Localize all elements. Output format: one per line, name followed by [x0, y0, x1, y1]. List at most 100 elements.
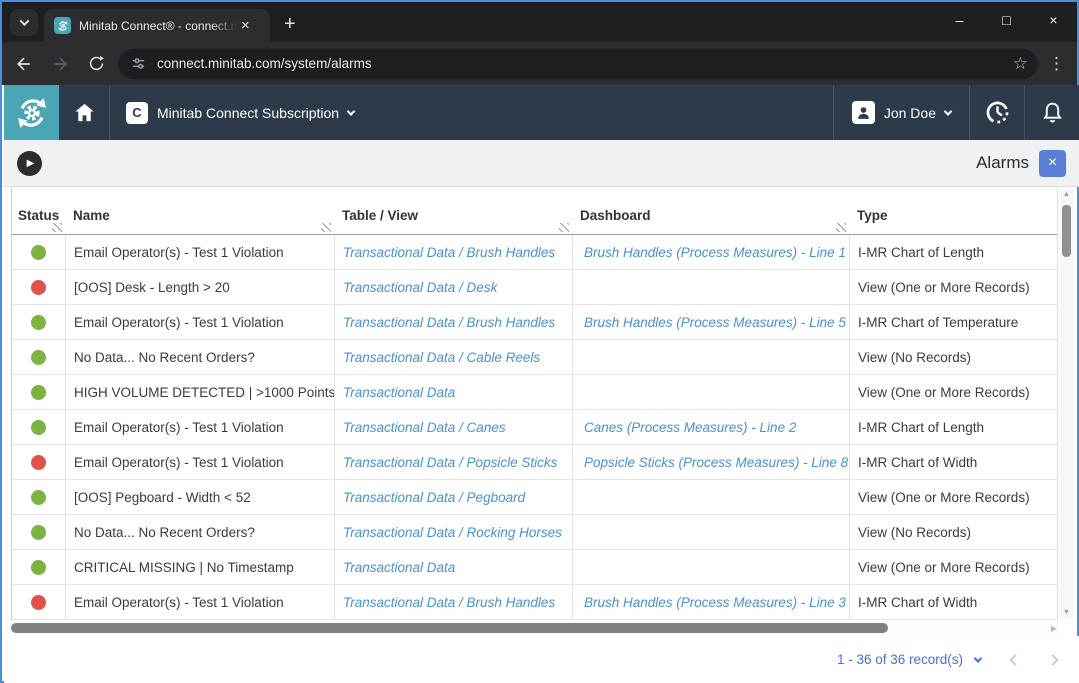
minimize-button[interactable]: – — [936, 12, 983, 28]
table-row[interactable]: [OOS] Pegboard - Width < 52 Transactiona… — [12, 480, 1057, 515]
table-row[interactable]: HIGH VOLUME DETECTED | >1000 Points Tran… — [12, 375, 1057, 410]
column-resize-handle[interactable] — [321, 223, 331, 232]
tab-title: Minitab Connect® - connect.mi — [79, 19, 237, 33]
alarm-name: [OOS] Pegboard - Width < 52 — [65, 480, 334, 514]
dashboard-link[interactable] — [572, 375, 849, 409]
new-tab-button[interactable]: + — [284, 14, 296, 34]
panel-close-button[interactable]: × — [1039, 150, 1066, 177]
user-name: Jon Doe — [884, 105, 936, 121]
column-resize-handle[interactable] — [836, 223, 846, 232]
table-row[interactable]: CRITICAL MISSING | No Timestamp Transact… — [12, 550, 1057, 585]
previous-page-button[interactable] — [1011, 656, 1019, 664]
run-play-button[interactable]: ▶ — [17, 151, 42, 176]
dashboard-link[interactable]: Popsicle Sticks (Process Measures) - Lin… — [572, 445, 849, 479]
scroll-right-arrow-icon[interactable]: ▶ — [1051, 624, 1057, 633]
reload-button[interactable] — [82, 50, 110, 78]
dashboard-link[interactable] — [572, 480, 849, 514]
dashboard-link[interactable]: Brush Handles (Process Measures) - Line … — [572, 585, 849, 619]
table-row[interactable]: [OOS] Desk - Length > 20 Transactional D… — [12, 270, 1057, 305]
column-header-dashboard[interactable]: Dashboard — [572, 187, 849, 234]
column-header-status[interactable]: Status — [12, 187, 65, 234]
alarm-type: View (One or More Records) — [849, 480, 1057, 514]
vertical-scrollbar-thumb[interactable] — [1062, 205, 1071, 257]
url-bar[interactable]: connect.minitab.com/system/alarms ☆ — [118, 49, 1038, 79]
browser-menu-icon[interactable]: ⋮ — [1048, 54, 1065, 74]
status-dot — [31, 560, 46, 575]
alarm-type: I-MR Chart of Length — [849, 235, 1057, 269]
subscription-badge: C — [126, 102, 148, 124]
dashboard-link[interactable]: Brush Handles (Process Measures) - Line … — [572, 235, 849, 269]
table-view-link[interactable]: Transactional Data / Brush Handles — [334, 235, 572, 269]
dashboard-link[interactable] — [572, 550, 849, 584]
scroll-down-arrow-icon[interactable]: ▼ — [1060, 607, 1073, 619]
notifications-bell-button[interactable] — [1025, 85, 1079, 140]
table-row[interactable]: Email Operator(s) - Test 1 Violation Tra… — [12, 235, 1057, 270]
subscription-selector[interactable]: C Minitab Connect Subscription — [110, 85, 370, 140]
column-header-type[interactable]: Type — [849, 187, 1057, 234]
next-page-button[interactable] — [1049, 656, 1057, 664]
table-view-link[interactable]: Transactional Data / Popsicle Sticks — [334, 445, 572, 479]
history-clock-button[interactable] — [970, 85, 1024, 140]
table-view-link[interactable]: Transactional Data / Cable Reels — [334, 340, 572, 374]
table-row[interactable]: Email Operator(s) - Test 1 Violation Tra… — [12, 410, 1057, 445]
vertical-scrollbar[interactable]: ▲ ▼ — [1060, 189, 1073, 619]
url-text[interactable]: connect.minitab.com/system/alarms — [157, 56, 1013, 71]
browser-toolbar: connect.minitab.com/system/alarms ☆ ⋮ — [2, 42, 1077, 85]
site-settings-icon[interactable] — [130, 55, 147, 72]
app-navbar: C Minitab Connect Subscription Jon Doe — [4, 85, 1079, 140]
tab-search-button[interactable] — [10, 9, 38, 36]
close-window-button[interactable]: × — [1030, 12, 1077, 28]
table-row[interactable]: Email Operator(s) - Test 1 Violation Tra… — [12, 305, 1057, 340]
status-dot — [31, 350, 46, 365]
horizontal-scrollbar-thumb[interactable] — [11, 623, 888, 633]
alarm-type: I-MR Chart of Width — [849, 445, 1057, 479]
alarm-type: I-MR Chart of Temperature — [849, 305, 1057, 339]
column-resize-handle[interactable] — [52, 223, 62, 232]
alarm-name: Email Operator(s) - Test 1 Violation — [65, 235, 334, 269]
table-view-link[interactable]: Transactional Data / Pegboard — [334, 480, 572, 514]
home-button[interactable] — [59, 85, 109, 140]
column-header-name[interactable]: Name — [65, 187, 334, 234]
table-row[interactable]: No Data... No Recent Orders? Transaction… — [12, 340, 1057, 375]
maximize-button[interactable]: □ — [983, 12, 1030, 28]
alarm-name: HIGH VOLUME DETECTED | >1000 Points — [65, 375, 334, 409]
user-menu[interactable]: Jon Doe — [834, 85, 969, 140]
tab-close-icon[interactable]: × — [241, 18, 250, 33]
back-button[interactable] — [10, 50, 38, 78]
horizontal-scrollbar[interactable]: ▶ — [10, 621, 1059, 636]
records-count-dropdown[interactable]: 1 - 36 of 36 record(s) — [837, 652, 981, 667]
status-dot — [31, 420, 46, 435]
minitab-connect-logo[interactable] — [4, 85, 59, 140]
dashboard-link[interactable] — [572, 270, 849, 304]
dashboard-link[interactable]: Brush Handles (Process Measures) - Line … — [572, 305, 849, 339]
table-view-link[interactable]: Transactional Data / Desk — [334, 270, 572, 304]
table-view-link[interactable]: Transactional Data / Brush Handles — [334, 585, 572, 619]
table-view-link[interactable]: Transactional Data / Rocking Horses — [334, 515, 572, 549]
alarm-name: Email Operator(s) - Test 1 Violation — [65, 585, 334, 619]
dashboard-link[interactable]: Canes (Process Measures) - Line 2 — [572, 410, 849, 444]
column-header-table-view[interactable]: Table / View — [334, 187, 572, 234]
table-header-row: Status Name Table / View Dashboard Type — [12, 187, 1057, 235]
bookmark-star-icon[interactable]: ☆ — [1013, 54, 1028, 74]
chevron-left-icon — [1009, 654, 1020, 665]
scroll-up-arrow-icon[interactable]: ▲ — [1060, 189, 1073, 201]
alarm-name: No Data... No Recent Orders? — [65, 340, 334, 374]
browser-tab[interactable]: Minitab Connect® - connect.mi × — [44, 9, 270, 42]
alarm-type: I-MR Chart of Length — [849, 410, 1057, 444]
table-view-link[interactable]: Transactional Data — [334, 375, 572, 409]
table-row[interactable]: No Data... No Recent Orders? Transaction… — [12, 515, 1057, 550]
table-row[interactable]: Email Operator(s) - Test 1 Violation Tra… — [12, 445, 1057, 480]
alarm-name: No Data... No Recent Orders? — [65, 515, 334, 549]
dashboard-link[interactable] — [572, 515, 849, 549]
forward-button[interactable] — [46, 50, 74, 78]
table-view-link[interactable]: Transactional Data / Brush Handles — [334, 305, 572, 339]
table-view-link[interactable]: Transactional Data — [334, 550, 572, 584]
table-view-link[interactable]: Transactional Data / Canes — [334, 410, 572, 444]
chevron-down-icon — [944, 107, 952, 115]
alarm-type: View (One or More Records) — [849, 270, 1057, 304]
table-row[interactable]: Email Operator(s) - Test 1 Violation Tra… — [12, 585, 1057, 620]
dashboard-link[interactable] — [572, 340, 849, 374]
column-resize-handle[interactable] — [559, 223, 569, 232]
alarm-type: I-MR Chart of Width — [849, 585, 1057, 619]
records-count-label: 1 - 36 of 36 record(s) — [837, 652, 963, 667]
